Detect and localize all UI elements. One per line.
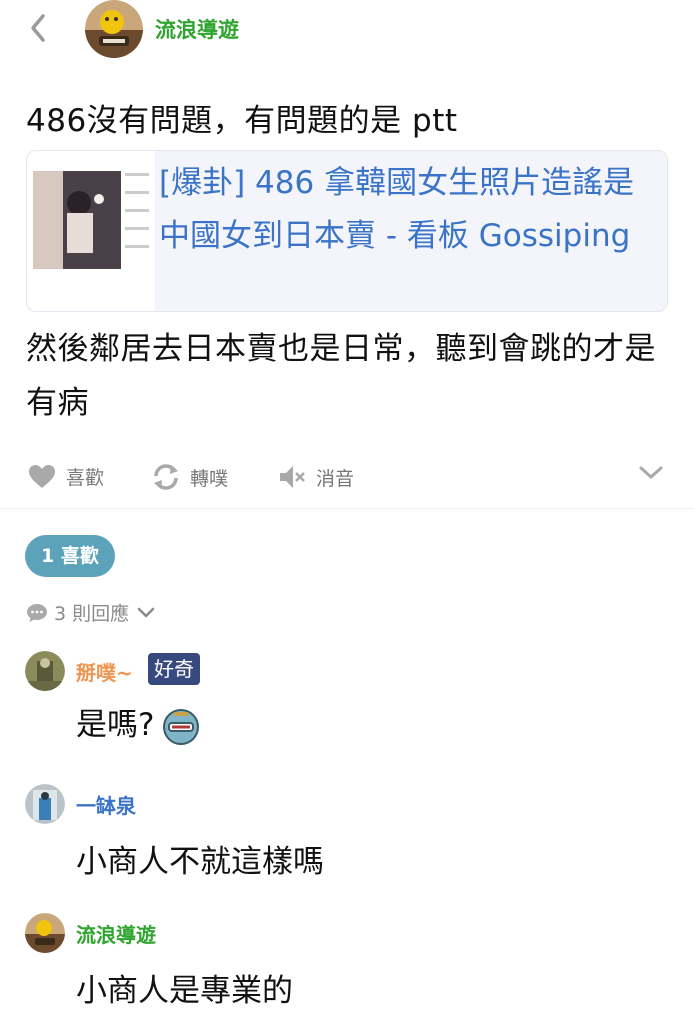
commenter-avatar[interactable] (25, 913, 65, 953)
speech-bubble-icon (27, 603, 47, 622)
repost-icon (154, 464, 178, 490)
back-button[interactable] (22, 12, 54, 44)
link-thumbnail (27, 151, 155, 311)
replurk-label: 轉噗 (190, 467, 229, 490)
commenter-avatar[interactable] (25, 651, 65, 691)
chevron-left-icon (31, 14, 45, 42)
like-label: 喜歡 (66, 467, 105, 489)
commenter-avatar[interactable] (25, 784, 65, 824)
heart-icon (29, 464, 55, 488)
emoticon-icon (163, 708, 200, 745)
more-options-button[interactable] (638, 465, 664, 485)
comment-text: 小商人是專業的 (76, 973, 293, 1009)
author-avatar[interactable] (85, 0, 143, 58)
like-button[interactable]: 喜歡 (28, 463, 104, 490)
comment-text: 是嗎? (76, 707, 155, 743)
author-name[interactable]: 流浪導遊 (155, 14, 239, 44)
section-divider (0, 508, 694, 509)
link-title[interactable]: [爆卦] 486 拿韓國女生照片造謠是中國女到日本賣 - 看板 Gossipin… (159, 157, 659, 263)
chevron-down-icon (137, 607, 155, 617)
commenter-name[interactable]: 一缽泉 (76, 790, 136, 819)
replurk-button[interactable]: 轉噗 (152, 463, 228, 491)
comment-text: 小商人不就這樣嗎 (76, 844, 324, 880)
replies-count: 3 則回應 (54, 603, 130, 625)
chevron-down-icon (639, 466, 663, 479)
commenter-name[interactable]: 流浪導遊 (76, 919, 156, 948)
speaker-mute-icon (280, 466, 305, 488)
post-action-bar: 喜歡 轉噗 消音 (0, 455, 694, 503)
mute-button[interactable]: 消音 (278, 463, 354, 491)
likes-count-badge[interactable]: 1 喜歡 (25, 535, 115, 577)
comment-text-row: 是嗎? (76, 705, 200, 746)
qualifier-badge: 好奇 (148, 653, 200, 685)
mute-label: 消音 (316, 467, 355, 490)
post-text-line1: 486沒有問題，有問題的是 ptt (26, 103, 458, 139)
commenter-name[interactable]: 掰噗~ (76, 657, 133, 686)
post-header: 流浪導遊 (0, 0, 694, 60)
post-text-line2: 然後鄰居去日本賣也是日常，聽到會跳的才是有病 (26, 331, 656, 421)
replies-toggle[interactable]: 3 則回應 (26, 599, 155, 626)
link-preview-card[interactable]: [爆卦] 486 拿韓國女生照片造謠是中國女到日本賣 - 看板 Gossipin… (26, 150, 668, 312)
